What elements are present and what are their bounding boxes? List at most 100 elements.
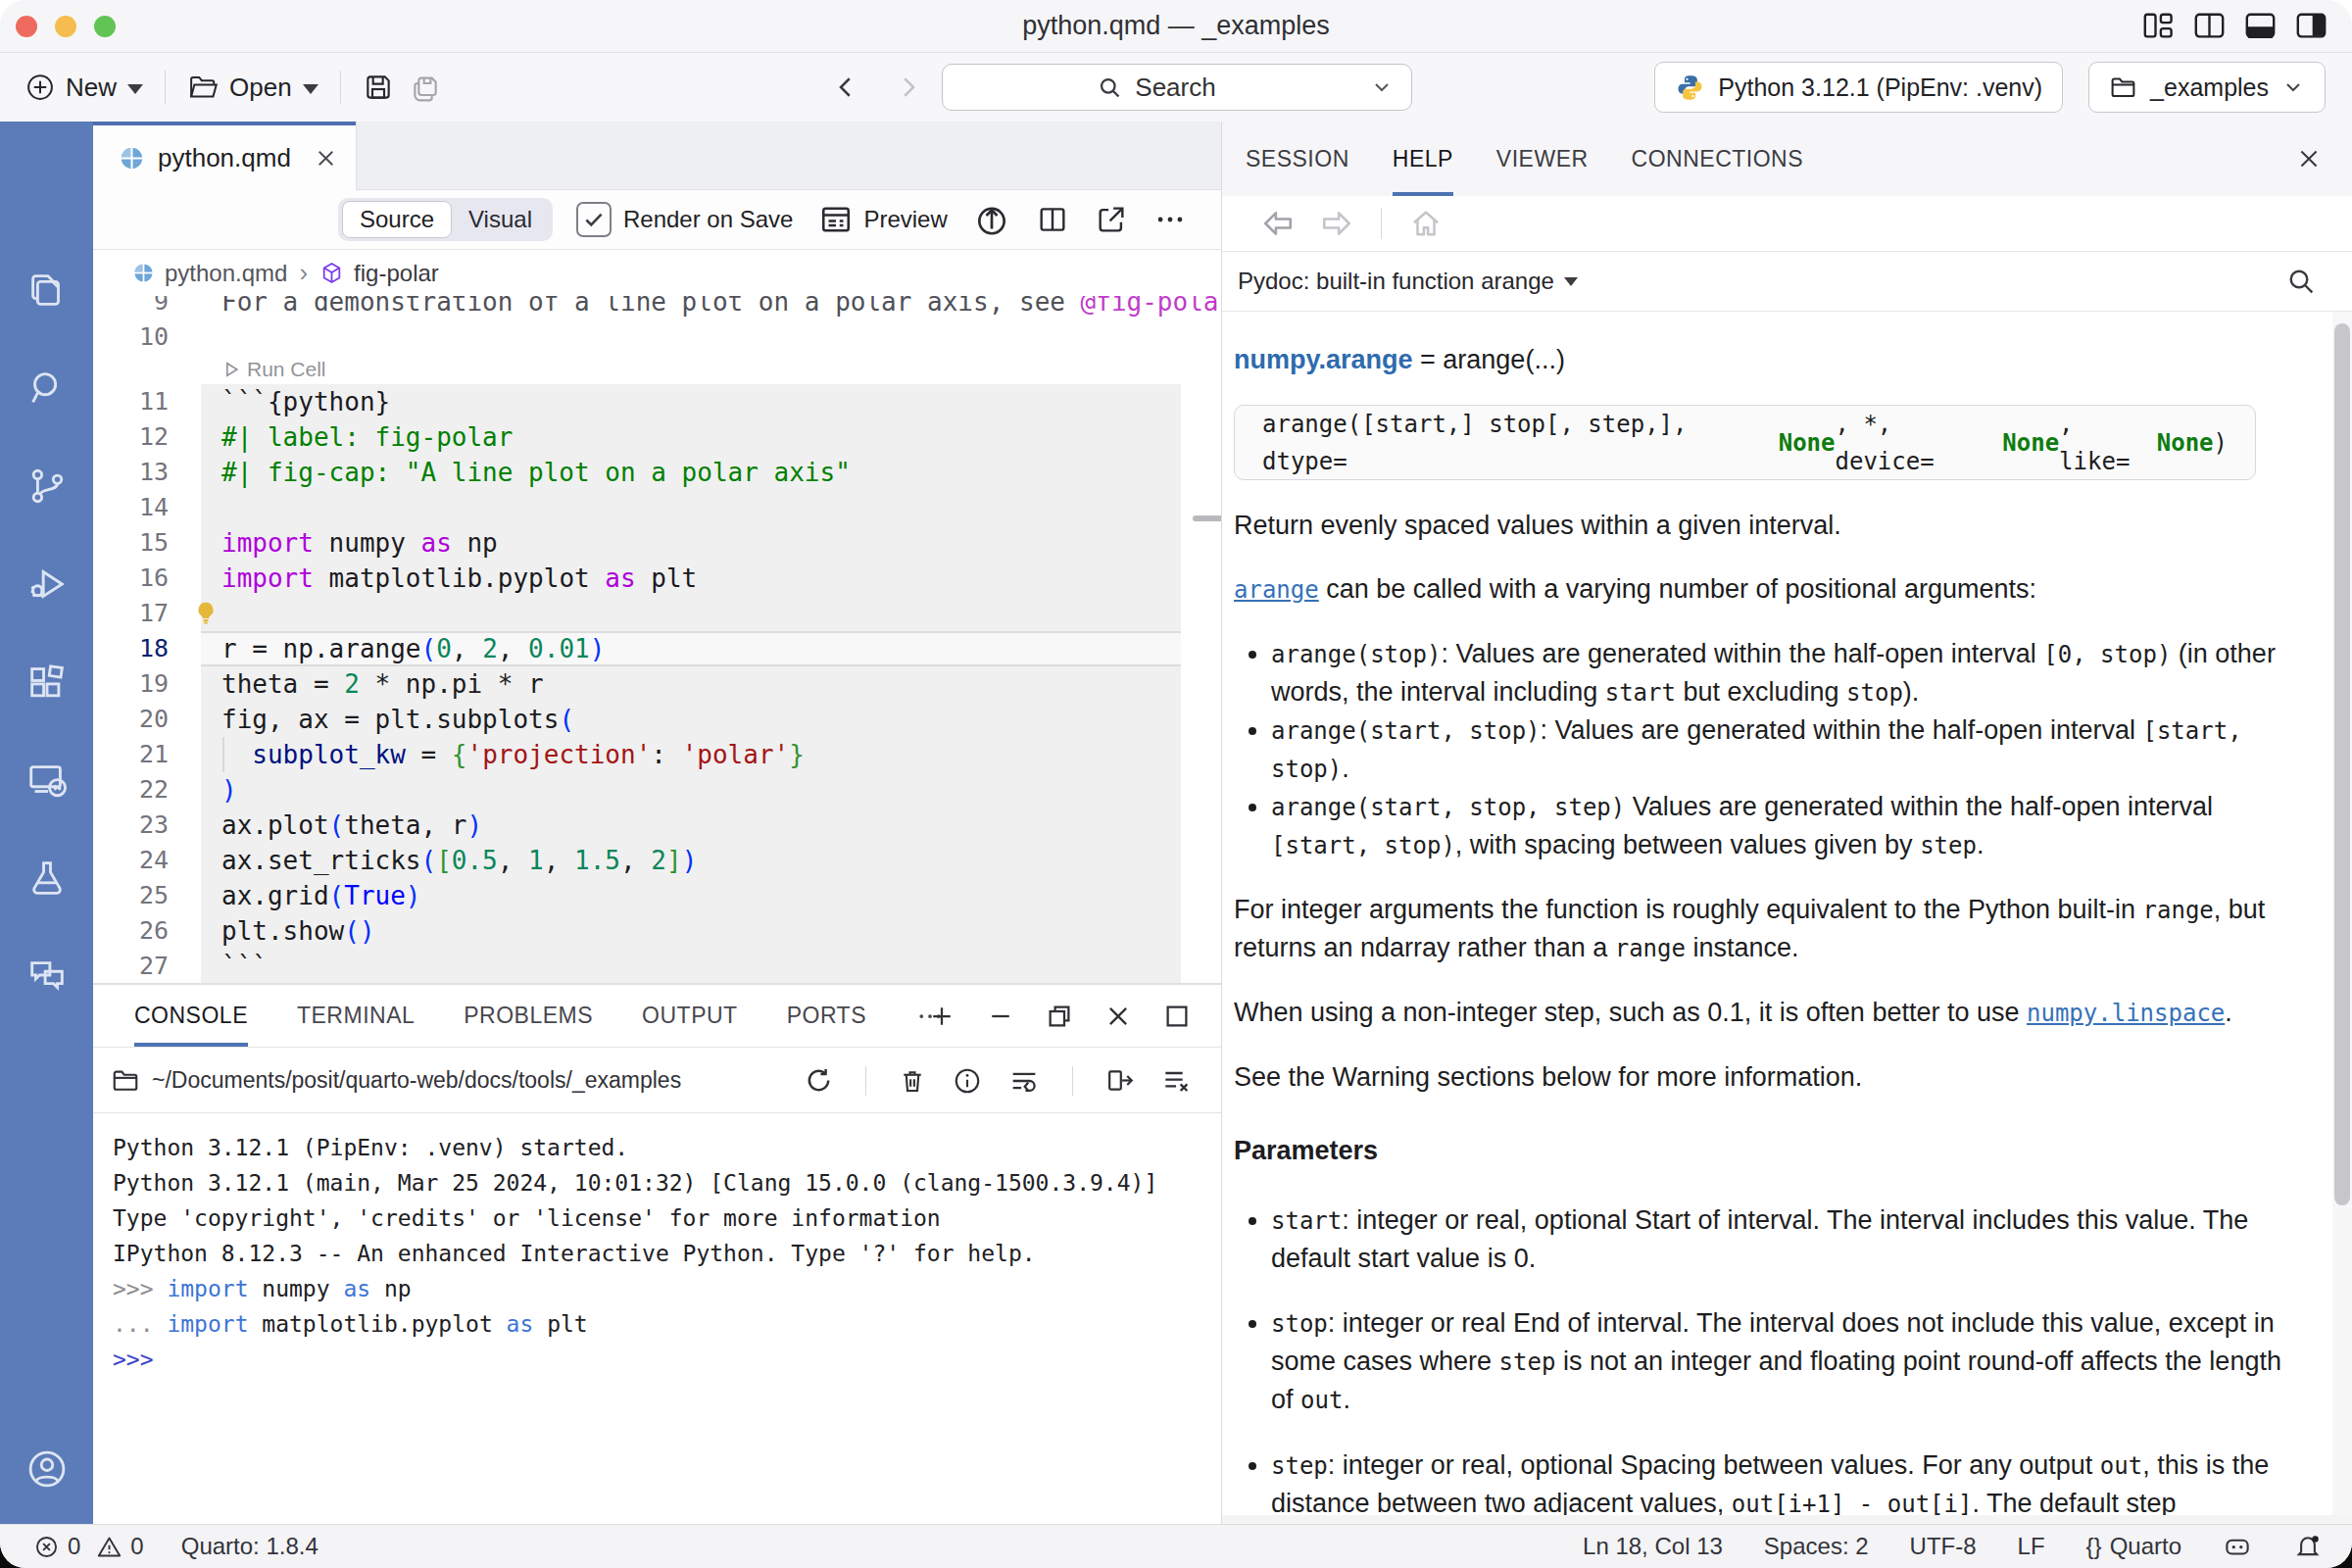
help-back-icon[interactable] bbox=[1261, 207, 1295, 240]
code-editor[interactable]: 9For a demonstration of a line plot on a… bbox=[93, 296, 1221, 983]
editor-scrollbar[interactable] bbox=[1193, 515, 1221, 521]
breadcrumb-file[interactable]: python.qmd bbox=[165, 260, 287, 287]
code-line-20[interactable]: 20fig, ax = plt.subplots( bbox=[93, 702, 1221, 737]
navigate-back-icon[interactable] bbox=[831, 73, 860, 102]
preview-icon[interactable] bbox=[818, 202, 854, 237]
code-line-23[interactable]: 23ax.plot(theta, r) bbox=[93, 808, 1221, 843]
line-number: 22 bbox=[93, 772, 169, 808]
secondary-tab-session[interactable]: SESSION bbox=[1246, 122, 1349, 196]
navigate-forward-icon[interactable] bbox=[894, 73, 923, 102]
activity-extensions-icon[interactable] bbox=[24, 660, 70, 705]
quarto-version-status[interactable]: Quarto: 1.8.4 bbox=[181, 1533, 318, 1560]
activity-explorer-icon[interactable] bbox=[24, 268, 70, 313]
help-content[interactable]: numpy.arange = arange(...)arange([start,… bbox=[1222, 312, 2332, 1515]
interpreter-selector[interactable]: Python 3.12.1 (PipEnv: .venv) bbox=[1654, 62, 2063, 113]
code-line-25[interactable]: 25ax.grid(True) bbox=[93, 878, 1221, 913]
panel-tab-problems[interactable]: PROBLEMS bbox=[464, 985, 593, 1047]
panel-tab-console[interactable]: CONSOLE bbox=[134, 985, 248, 1047]
problems-status[interactable]: 0 0 bbox=[33, 1533, 144, 1560]
panel-tab-output[interactable]: OUTPUT bbox=[642, 985, 738, 1047]
console-output[interactable]: Python 3.12.1 (PipEnv: .venv) started.Py… bbox=[93, 1114, 1221, 1524]
activity-account-icon[interactable] bbox=[24, 1446, 70, 1492]
code-line-16[interactable]: 16import matplotlib.pyplot as plt bbox=[93, 561, 1221, 596]
cursor-position-status[interactable]: Ln 18, Col 13 bbox=[1583, 1533, 1723, 1560]
language-mode-status[interactable]: {} Quarto bbox=[2086, 1533, 2181, 1560]
panel-tab-terminal[interactable]: TERMINAL bbox=[297, 985, 415, 1047]
save-button[interactable] bbox=[363, 72, 394, 103]
secondary-tab-viewer[interactable]: VIEWER bbox=[1496, 122, 1589, 196]
new-button[interactable]: New bbox=[25, 73, 143, 103]
new-console-icon[interactable] bbox=[927, 1002, 956, 1031]
activity-source-control-icon[interactable] bbox=[24, 464, 70, 509]
encoding-status[interactable]: UTF-8 bbox=[1910, 1533, 1977, 1560]
help-scrollbar[interactable] bbox=[2332, 312, 2352, 1515]
chevron-down-icon[interactable] bbox=[1370, 75, 1394, 99]
close-tab-icon[interactable] bbox=[314, 146, 338, 171]
code-line-27[interactable]: 27``` bbox=[93, 949, 1221, 983]
clear-console-icon[interactable] bbox=[898, 1066, 927, 1096]
split-editor-icon[interactable] bbox=[1036, 203, 1069, 236]
code-line-11[interactable]: 11```{python} bbox=[93, 384, 1221, 419]
restore-panel-icon[interactable] bbox=[1045, 1002, 1074, 1031]
code-line-15[interactable]: 15import numpy as np bbox=[93, 525, 1221, 561]
run-cell-codelens[interactable]: Run Cell bbox=[221, 355, 326, 384]
split-editor-layout-icon[interactable] bbox=[2194, 13, 2225, 39]
help-forward-icon[interactable] bbox=[1320, 207, 1353, 240]
code-line-13[interactable]: 13#| fig-cap: "A line plot on a polar ax… bbox=[93, 455, 1221, 490]
code-line-10[interactable]: 10 bbox=[93, 319, 1221, 355]
toggle-secondary-sidebar-icon[interactable] bbox=[2296, 13, 2327, 39]
minimize-panel-icon[interactable] bbox=[986, 1002, 1015, 1031]
close-secondary-panel-icon[interactable] bbox=[2295, 122, 2323, 196]
console-info-icon[interactable] bbox=[953, 1066, 982, 1096]
open-button[interactable]: Open bbox=[187, 73, 318, 103]
activity-search-icon[interactable] bbox=[24, 366, 70, 411]
breadcrumb-symbol[interactable]: fig-polar bbox=[354, 260, 439, 287]
function-signature: arange([start,] stop[, step,], dtype=Non… bbox=[1234, 405, 2256, 480]
render-on-save-checkbox[interactable] bbox=[576, 202, 612, 237]
code-line-12[interactable]: 12#| label: fig-polar bbox=[93, 419, 1221, 455]
workspace-selector[interactable]: _examples bbox=[2088, 62, 2326, 113]
code-line-9[interactable]: 9For a demonstration of a line plot on a… bbox=[93, 296, 1221, 319]
panel-tab-ports[interactable]: PORTS bbox=[787, 985, 866, 1047]
code-line-14[interactable]: 14 bbox=[93, 490, 1221, 525]
indentation-status[interactable]: Spaces: 2 bbox=[1764, 1533, 1869, 1560]
word-wrap-icon[interactable] bbox=[1007, 1064, 1041, 1098]
maximize-panel-icon[interactable] bbox=[1162, 1002, 1192, 1031]
help-search-bar[interactable]: Pydoc: built-in function arange bbox=[1222, 251, 2352, 312]
move-to-editor-icon[interactable] bbox=[1104, 1065, 1135, 1096]
activity-chat-icon[interactable] bbox=[24, 954, 70, 999]
open-external-icon[interactable] bbox=[1095, 203, 1128, 236]
preview-label[interactable]: Preview bbox=[863, 206, 947, 233]
secondary-tab-connections[interactable]: CONNECTIONS bbox=[1632, 122, 1803, 196]
restart-console-icon[interactable] bbox=[804, 1065, 834, 1096]
activity-run-debug-icon[interactable] bbox=[24, 562, 70, 607]
code-line-24[interactable]: 24ax.set_rticks([0.5, 1, 1.5, 2]) bbox=[93, 843, 1221, 878]
customize-layout-icon[interactable] bbox=[2143, 13, 2174, 39]
help-search-icon[interactable] bbox=[2285, 266, 2317, 297]
secondary-tab-help[interactable]: HELP bbox=[1393, 122, 1453, 196]
visual-mode-button[interactable]: Visual bbox=[452, 206, 549, 233]
close-panel-icon[interactable] bbox=[1103, 1002, 1133, 1031]
search-input[interactable]: Search bbox=[942, 64, 1412, 111]
code-line-21[interactable]: 21 subplot_kw = {'projection': 'polar'} bbox=[93, 737, 1221, 772]
save-all-button[interactable] bbox=[410, 72, 441, 103]
lightbulb-icon[interactable] bbox=[191, 599, 220, 628]
more-actions-icon[interactable] bbox=[1153, 203, 1187, 236]
notifications-bell-icon[interactable] bbox=[2293, 1532, 2323, 1561]
code-line-22[interactable]: 22) bbox=[93, 772, 1221, 808]
tab-python-qmd[interactable]: python.qmd bbox=[93, 122, 356, 190]
code-line-19[interactable]: 19theta = 2 * np.pi * r bbox=[93, 666, 1221, 702]
source-visual-toggle[interactable]: Source Visual bbox=[338, 198, 553, 241]
render-document-icon[interactable] bbox=[973, 201, 1010, 238]
copilot-status-icon[interactable] bbox=[2223, 1532, 2252, 1561]
help-home-icon[interactable] bbox=[1409, 207, 1443, 240]
code-line-18[interactable]: 18r = np.arange(0, 2, 0.01) bbox=[93, 631, 1221, 666]
code-line-17[interactable]: 17 bbox=[93, 596, 1221, 631]
code-line-26[interactable]: 26plt.show() bbox=[93, 913, 1221, 949]
clear-console-output-icon[interactable] bbox=[1160, 1065, 1192, 1097]
eol-status[interactable]: LF bbox=[2018, 1533, 2045, 1560]
activity-remote-sessions-icon[interactable] bbox=[24, 758, 70, 803]
activity-testing-icon[interactable] bbox=[24, 856, 70, 901]
toggle-panel-icon[interactable] bbox=[2245, 13, 2276, 39]
source-mode-button[interactable]: Source bbox=[342, 201, 452, 238]
